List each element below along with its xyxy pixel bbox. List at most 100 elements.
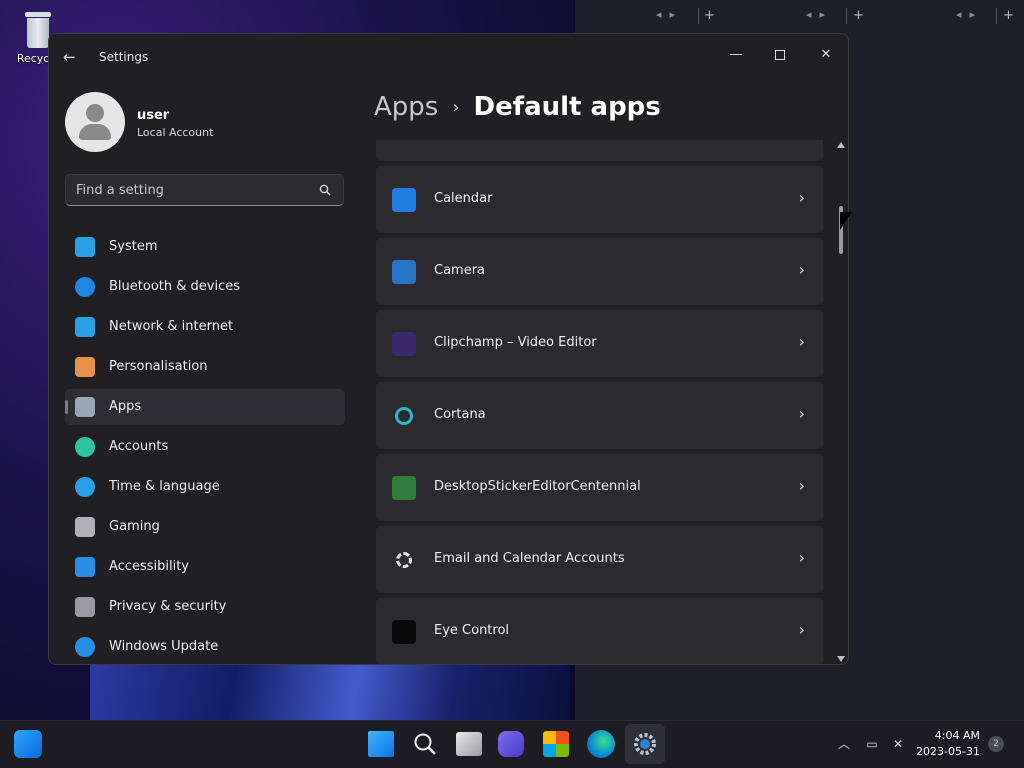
sidebar-item-privacy-security[interactable]: Privacy & security	[65, 589, 345, 625]
default-app-label: DesktopStickerEditorCentennial	[434, 479, 641, 494]
default-app-row[interactable]: Email and Calendar Accounts ›	[376, 526, 823, 593]
clock-date[interactable]: 2023-05-31	[910, 745, 980, 758]
sidebar-item-label: System	[109, 239, 158, 254]
default-app-row[interactable]: Camera ›	[376, 238, 823, 305]
back-arrow-icon[interactable]: ←	[63, 49, 81, 65]
scroll-up-icon[interactable]	[837, 142, 845, 148]
brush-icon	[75, 357, 95, 377]
sidebar-item-label: Time & language	[109, 479, 220, 494]
chevron-right-icon: ›	[798, 620, 805, 639]
default-app-label: Camera	[434, 263, 486, 278]
camera-icon	[392, 260, 416, 284]
volume-muted-icon[interactable]: ✕	[890, 736, 906, 752]
avatar[interactable]	[65, 92, 125, 152]
nav-arrows-icon[interactable]: ◂▸	[806, 8, 833, 21]
sidebar-item-system[interactable]: System	[65, 229, 345, 265]
scroll-down-icon[interactable]	[837, 656, 845, 662]
list-item-partial[interactable]	[376, 140, 823, 161]
sidebar-item-label: Apps	[109, 399, 142, 414]
sidebar-item-gaming[interactable]: Gaming	[65, 509, 345, 545]
sidebar-item-apps[interactable]: Apps	[65, 389, 345, 425]
cortana-icon	[395, 407, 413, 425]
chevron-right-icon: ›	[798, 476, 805, 495]
sidebar-item-label: Windows Update	[109, 639, 219, 654]
chevron-right-icon: ›	[798, 188, 805, 207]
sidebar-nav: System Bluetooth & devices Network & inter…	[65, 229, 345, 664]
sticker-editor-icon	[392, 476, 416, 500]
wifi-icon	[75, 317, 95, 337]
sidebar-item-label: Accounts	[109, 439, 169, 454]
minimize-button[interactable]: —	[713, 40, 759, 70]
breadcrumb-apps-link[interactable]: Apps	[374, 92, 438, 122]
default-app-row[interactable]: DesktopStickerEditorCentennial ›	[376, 454, 823, 521]
start-icon[interactable]	[368, 731, 394, 757]
sidebar-item-label: Gaming	[109, 519, 160, 534]
sidebar-item-label: Personalisation	[109, 359, 208, 374]
divider	[698, 8, 699, 24]
tray-chevron-up-icon[interactable]: ︿	[836, 736, 852, 752]
sidebar-item-time-language[interactable]: Time & language	[65, 469, 345, 505]
title-bar[interactable]: ← Settings — ✕	[49, 34, 848, 80]
task-view-icon[interactable]	[456, 732, 482, 756]
default-apps-list: Calendar › Camera › Clipchamp – Video Editor…	[376, 140, 824, 664]
monitor-icon	[75, 237, 95, 257]
add-tab-icon[interactable]: +	[853, 8, 872, 23]
chevron-right-icon: ›	[798, 260, 805, 279]
chevron-right-icon: ›	[798, 404, 805, 423]
default-app-row[interactable]: Clipchamp – Video Editor ›	[376, 310, 823, 377]
account-type: Local Account	[137, 126, 214, 139]
add-tab-icon[interactable]: +	[704, 8, 723, 23]
search-placeholder: Find a setting	[76, 183, 164, 198]
divider	[846, 8, 847, 24]
settings-window: ← Settings — ✕ user Local Account Find a…	[48, 33, 849, 665]
divider	[996, 8, 997, 24]
default-app-label: Eye Control	[434, 623, 510, 638]
shield-icon	[75, 597, 95, 617]
clock-time[interactable]: 4:04 AM	[910, 729, 980, 742]
gear-icon	[396, 552, 412, 568]
maximize-icon	[775, 49, 785, 60]
sidebar-item-windows-update[interactable]: Windows Update	[65, 629, 345, 664]
sidebar-item-label: Accessibility	[109, 559, 189, 574]
default-app-label: Clipchamp – Video Editor	[434, 335, 597, 350]
close-button[interactable]: ✕	[803, 40, 848, 70]
update-icon	[75, 637, 95, 657]
sidebar-item-bluetooth-devices[interactable]: Bluetooth & devices	[65, 269, 345, 305]
default-app-row[interactable]: Cortana ›	[376, 382, 823, 449]
nav-arrows-icon[interactable]: ◂▸	[656, 8, 683, 21]
sidebar-item-network-internet[interactable]: Network & internet	[65, 309, 345, 345]
store-icon[interactable]	[543, 731, 569, 757]
widgets-icon[interactable]	[14, 730, 42, 758]
sidebar-item-personalisation[interactable]: Personalisation	[65, 349, 345, 385]
bluetooth-icon	[75, 277, 95, 297]
sidebar-item-accounts[interactable]: Accounts	[65, 429, 345, 465]
page-title: Default apps	[473, 92, 661, 122]
default-app-label: Email and Calendar Accounts	[434, 551, 625, 566]
breadcrumb: Apps › Default apps	[374, 92, 661, 122]
apps-icon	[75, 397, 95, 417]
sidebar-item-label: Network & internet	[109, 319, 234, 334]
person-icon	[75, 437, 95, 457]
calendar-icon	[392, 188, 416, 212]
edge-icon[interactable]	[587, 730, 615, 758]
search-icon[interactable]	[319, 184, 331, 196]
user-name: user	[137, 108, 170, 123]
default-app-label: Calendar	[434, 191, 493, 206]
taskbar-search-icon[interactable]	[412, 731, 438, 757]
search-input[interactable]: Find a setting	[65, 174, 344, 206]
sidebar-item-accessibility[interactable]: Accessibility	[65, 549, 345, 585]
default-app-row[interactable]: Calendar ›	[376, 166, 823, 233]
eye-control-icon	[392, 620, 416, 644]
sidebar-item-label: Privacy & security	[109, 599, 227, 614]
gamepad-icon	[75, 517, 95, 537]
chevron-right-icon: ›	[798, 332, 805, 351]
notification-badge[interactable]: 2	[988, 736, 1004, 752]
maximize-button[interactable]	[757, 40, 803, 70]
add-tab-icon[interactable]: +	[1003, 8, 1022, 23]
settings-gear-icon	[634, 733, 656, 755]
mouse-cursor-icon	[840, 212, 852, 230]
nav-arrows-icon[interactable]: ◂▸	[956, 8, 983, 21]
network-icon[interactable]: ▭	[864, 736, 880, 752]
chat-icon[interactable]	[498, 731, 524, 757]
default-app-row[interactable]: Eye Control ›	[376, 598, 823, 664]
